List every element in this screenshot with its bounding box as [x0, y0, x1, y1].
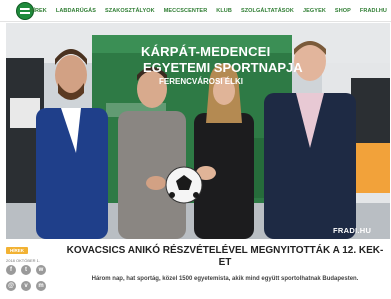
category-badge[interactable]: HÍREK — [6, 247, 29, 254]
nav-item-hirek[interactable]: HÍREK — [29, 8, 47, 14]
nav-item-klub[interactable]: KLUB — [216, 8, 232, 14]
email-icon[interactable]: @ — [6, 281, 16, 291]
nav-item-szolgaltatasok[interactable]: SZOLGÁLTATÁSOK — [241, 8, 294, 14]
top-navigation-bar: HÍREK LABDARÚGÁS SZAKOSZTÁLYOK MECCSCENT… — [0, 0, 391, 22]
share-icons-row-1: f t w — [6, 265, 46, 275]
main-nav: HÍREK LABDARÚGÁS SZAKOSZTÁLYOK MECCSCENT… — [29, 0, 387, 22]
photo-watermark: FRADI.HU — [333, 226, 372, 235]
article-headline[interactable]: KOVACSICS ANIKÓ RÉSZVÉTELÉVEL MEGNYITOTT… — [66, 245, 384, 269]
nav-item-meccscenter[interactable]: MECCSCENTER — [164, 8, 208, 14]
nav-item-labdarugas[interactable]: LABDARÚGÁS — [56, 8, 96, 14]
article-lead: Három nap, hat sportág, közel 1500 egyet… — [91, 276, 359, 282]
banner-line-3: FERENCVÁROSI ÉLKI — [159, 77, 244, 86]
share-icons-row-2: @ v m — [6, 281, 46, 291]
nav-item-jegyek[interactable]: JEGYEK — [303, 8, 326, 14]
nav-item-szakosztalyok[interactable]: SZAKOSZTÁLYOK — [105, 8, 155, 14]
twitter-icon[interactable]: t — [21, 265, 31, 275]
whatsapp-icon[interactable]: w — [36, 265, 46, 275]
messenger-icon[interactable]: m — [36, 281, 46, 291]
viber-icon[interactable]: v — [21, 281, 31, 291]
banner-line-1: KÁRPÁT-MEDENCEI — [141, 44, 271, 59]
nav-item-shop[interactable]: SHOP — [335, 8, 351, 14]
banner-line-2: EGYETEMI SPORTNAPJA — [143, 60, 303, 75]
article-date: 2018 OKTÓBER 1. — [6, 258, 41, 263]
nav-item-fradi-hu[interactable]: FRADI.HU — [360, 8, 387, 14]
facebook-icon[interactable]: f — [6, 265, 16, 275]
